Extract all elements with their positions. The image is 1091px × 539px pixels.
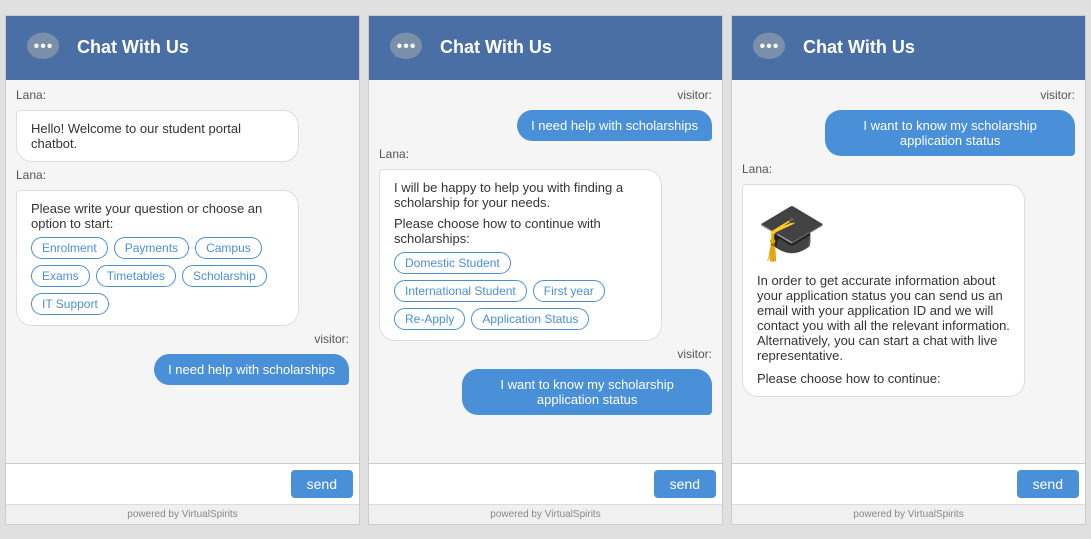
chip-button[interactable]: IT Support xyxy=(31,293,109,315)
visitor-message: I want to know my scholarship applicatio… xyxy=(825,110,1075,156)
chat-body: visitor: I want to know my scholarship ap… xyxy=(732,80,1085,463)
chat-icon xyxy=(747,26,791,70)
chat-input[interactable] xyxy=(375,470,648,498)
chat-header-title: Chat With Us xyxy=(440,37,552,58)
lana-label: Lana: xyxy=(16,168,349,182)
chat-input[interactable] xyxy=(12,470,285,498)
chat-body: Lana: Hello! Welcome to our student porta… xyxy=(6,80,359,463)
visitor-message: I need help with scholarships xyxy=(154,354,349,385)
send-button[interactable]: send xyxy=(654,470,716,498)
lana-label: Lana: xyxy=(742,162,1075,176)
chat-widget-3: Chat With Us visitor: I want to know my s… xyxy=(731,15,1086,525)
chat-header-title: Chat With Us xyxy=(77,37,189,58)
chat-body: visitor: I need help with scholarships Lan… xyxy=(369,80,722,463)
powered-by: powered by VirtualSpirits xyxy=(6,504,359,524)
visitor-message: I want to know my scholarship applicatio… xyxy=(462,369,712,415)
chip-button[interactable]: Re-Apply xyxy=(394,308,465,330)
chip-button[interactable]: Exams xyxy=(31,265,90,287)
chip-button[interactable]: Campus xyxy=(195,237,262,259)
chat-icon xyxy=(384,26,428,70)
lana-message: 🎓In order to get accurate information ab… xyxy=(742,184,1025,397)
powered-by: powered by VirtualSpirits xyxy=(369,504,722,524)
visitor-label: visitor: xyxy=(742,88,1075,102)
lana-label: Lana: xyxy=(379,147,712,161)
chat-footer: send xyxy=(369,463,722,504)
lana-message: Hello! Welcome to our student portal cha… xyxy=(16,110,299,162)
graduation-cap-icon: 🎓 xyxy=(757,199,1010,265)
chat-header: Chat With Us xyxy=(732,16,1085,80)
chip-button[interactable]: Payments xyxy=(114,237,189,259)
chat-widget-1: Chat With Us Lana: Hello! Welcome to our … xyxy=(5,15,360,525)
chip-button[interactable]: Domestic Student xyxy=(394,252,511,274)
chips-container: Domestic Student International Student Fir… xyxy=(394,252,647,330)
chips-container: Enrolment Payments Campus Exams Timetables Sc… xyxy=(31,237,284,315)
chat-header-title: Chat With Us xyxy=(803,37,915,58)
chip-button[interactable]: Timetables xyxy=(96,265,176,287)
lana-message: I will be happy to help you with finding… xyxy=(379,169,662,341)
chip-button[interactable]: Enrolment xyxy=(31,237,108,259)
chat-header: Chat With Us xyxy=(369,16,722,80)
lana-label: Lana: xyxy=(16,88,349,102)
visitor-label: visitor: xyxy=(16,332,349,346)
chat-footer: send xyxy=(6,463,359,504)
chat-widget-2: Chat With Us visitor: I need help with sc… xyxy=(368,15,723,525)
visitor-message: I need help with scholarships xyxy=(517,110,712,141)
send-button[interactable]: send xyxy=(291,470,353,498)
send-button[interactable]: send xyxy=(1017,470,1079,498)
chip-button[interactable]: Application Status xyxy=(471,308,589,330)
chat-icon xyxy=(21,26,65,70)
powered-by: powered by VirtualSpirits xyxy=(732,504,1085,524)
chip-button[interactable]: Scholarship xyxy=(182,265,267,287)
chip-button[interactable]: First year xyxy=(533,280,605,302)
lana-message: Please write your question or choose an … xyxy=(16,190,299,326)
chat-widgets-container: Chat With Us Lana: Hello! Welcome to our … xyxy=(5,15,1086,525)
chat-input[interactable] xyxy=(738,470,1011,498)
visitor-label: visitor: xyxy=(379,347,712,361)
chat-header: Chat With Us xyxy=(6,16,359,80)
visitor-label: visitor: xyxy=(379,88,712,102)
chip-button[interactable]: International Student xyxy=(394,280,527,302)
chat-footer: send xyxy=(732,463,1085,504)
